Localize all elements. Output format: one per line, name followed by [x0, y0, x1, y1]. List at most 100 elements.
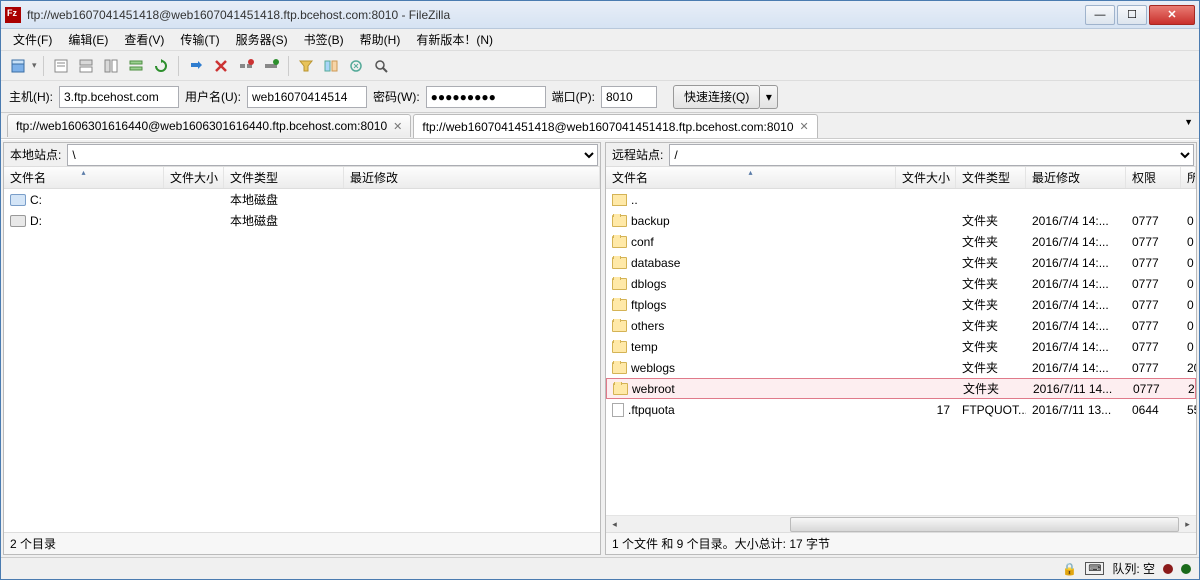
- file-type: 文件夹: [956, 359, 1026, 376]
- remote-row[interactable]: temp文件夹2016/7/4 14:...07770 0: [606, 336, 1196, 357]
- local-row[interactable]: C: 本地磁盘: [4, 189, 600, 210]
- toggle-queue-icon[interactable]: [125, 55, 147, 77]
- close-button[interactable]: ✕: [1149, 5, 1195, 25]
- file-name: C:: [30, 193, 42, 207]
- port-input[interactable]: [601, 86, 657, 108]
- remote-col-type[interactable]: 文件类型: [956, 167, 1026, 188]
- quickconnect-button[interactable]: 快速连接(Q): [673, 85, 760, 109]
- remote-row[interactable]: others文件夹2016/7/4 14:...07770 0: [606, 315, 1196, 336]
- file-name: conf: [631, 235, 654, 249]
- remote-hscrollbar[interactable]: ◂▸: [606, 515, 1196, 532]
- file-owner: 0 0: [1181, 298, 1196, 312]
- menu-edit[interactable]: 编辑(E): [62, 29, 114, 50]
- local-status: 2 个目录: [4, 532, 600, 554]
- parent-folder-icon: [612, 194, 627, 206]
- tabs-dropdown-icon[interactable]: ▼: [1184, 117, 1193, 127]
- port-label: 端口(P):: [552, 88, 595, 105]
- window-buttons: — ☐ ✕: [1085, 5, 1195, 25]
- local-list-header: ▴文件名 文件大小 文件类型 最近修改: [4, 167, 600, 189]
- hdd-icon: [10, 215, 26, 227]
- menu-help[interactable]: 帮助(H): [354, 29, 407, 50]
- quickconnect-dropdown[interactable]: ▾: [760, 85, 778, 109]
- menu-server[interactable]: 服务器(S): [230, 29, 294, 50]
- minimize-button[interactable]: —: [1085, 5, 1115, 25]
- file-type: FTPQUOT...: [956, 403, 1026, 417]
- local-col-mtime[interactable]: 最近修改: [344, 167, 600, 188]
- remote-row[interactable]: database文件夹2016/7/4 14:...07770 0: [606, 252, 1196, 273]
- local-path-select[interactable]: \: [67, 144, 598, 166]
- refresh-icon[interactable]: [150, 55, 172, 77]
- menu-update[interactable]: 有新版本！(N): [410, 29, 499, 50]
- toggle-remote-tree-icon[interactable]: [100, 55, 122, 77]
- remote-row[interactable]: .ftpquota17FTPQUOT...2016/7/11 13...0644…: [606, 399, 1196, 420]
- remote-col-mtime[interactable]: 最近修改: [1026, 167, 1126, 188]
- local-list-body[interactable]: C: 本地磁盘 D:本地磁盘: [4, 189, 600, 532]
- remote-row[interactable]: ftplogs文件夹2016/7/4 14:...07770 0: [606, 294, 1196, 315]
- process-queue-icon[interactable]: [185, 55, 207, 77]
- tab-close-icon[interactable]: ✕: [800, 120, 809, 133]
- remote-row[interactable]: ..: [606, 189, 1196, 210]
- file-name: .ftpquota: [628, 403, 675, 417]
- local-col-type[interactable]: 文件类型: [224, 167, 344, 188]
- file-mtime: 2016/7/11 14...: [1027, 382, 1127, 396]
- file-name: temp: [631, 340, 658, 354]
- search-icon[interactable]: [370, 55, 392, 77]
- file-type: 文件夹: [956, 254, 1026, 271]
- file-owner: 0 0: [1181, 235, 1196, 249]
- file-perm: 0777: [1126, 319, 1181, 333]
- filezilla-window: ftp://web1607041451418@web1607041451418.…: [0, 0, 1200, 580]
- folder-icon: [612, 215, 627, 227]
- remote-row[interactable]: conf文件夹2016/7/4 14:...07770 0: [606, 231, 1196, 252]
- file-name: webroot: [632, 382, 675, 396]
- maximize-button[interactable]: ☐: [1117, 5, 1147, 25]
- remote-row[interactable]: dblogs文件夹2016/7/4 14:...07770 0: [606, 273, 1196, 294]
- keyboard-icon: ⌨: [1085, 562, 1104, 575]
- remote-col-size[interactable]: 文件大小: [896, 167, 956, 188]
- sync-browse-icon[interactable]: [345, 55, 367, 77]
- local-col-size[interactable]: 文件大小: [164, 167, 224, 188]
- compare-icon[interactable]: [320, 55, 342, 77]
- remote-row[interactable]: webroot文件夹2016/7/11 14...077720160: [606, 378, 1196, 399]
- toggle-log-icon[interactable]: [50, 55, 72, 77]
- tab-label: ftp://web1607041451418@web1607041451418.…: [422, 120, 793, 134]
- menu-view[interactable]: 查看(V): [118, 29, 170, 50]
- sitemanager-icon[interactable]: [7, 55, 29, 77]
- pass-input[interactable]: [426, 86, 546, 108]
- file-type: 文件夹: [956, 338, 1026, 355]
- host-input[interactable]: [59, 86, 179, 108]
- tab-close-icon[interactable]: ✕: [393, 120, 402, 133]
- menu-bookmark[interactable]: 书签(B): [298, 29, 350, 50]
- menu-transfer[interactable]: 传输(T): [174, 29, 225, 50]
- file-perm: 0777: [1126, 298, 1181, 312]
- user-input[interactable]: [247, 86, 367, 108]
- disconnect-icon[interactable]: [235, 55, 257, 77]
- folder-icon: [612, 299, 627, 311]
- toggle-local-tree-icon[interactable]: [75, 55, 97, 77]
- remote-col-name[interactable]: ▴文件名: [606, 167, 896, 188]
- file-owner: 0 0: [1181, 340, 1196, 354]
- remote-path-select[interactable]: /: [669, 144, 1194, 166]
- menu-file[interactable]: 文件(F): [7, 29, 58, 50]
- remote-col-owner[interactable]: 所有者: [1181, 167, 1196, 188]
- local-col-name[interactable]: ▴文件名: [4, 167, 164, 188]
- remote-pane: 远程站点: / ▴文件名 文件大小 文件类型 最近修改 权限 所有者 ..bac…: [605, 142, 1197, 555]
- folder-icon: [613, 383, 628, 395]
- remote-status: 1 个文件 和 9 个目录。大小总计: 17 字节: [606, 532, 1196, 554]
- remote-list-body[interactable]: ..backup文件夹2016/7/4 14:...07770 0conf文件夹…: [606, 189, 1196, 515]
- remote-col-perm[interactable]: 权限: [1126, 167, 1181, 188]
- file-mtime: 2016/7/4 14:...: [1026, 298, 1126, 312]
- remote-row[interactable]: backup文件夹2016/7/4 14:...07770 0: [606, 210, 1196, 231]
- connection-tab[interactable]: ftp://web1607041451418@web1607041451418.…: [413, 114, 817, 138]
- file-type: 文件夹: [956, 275, 1026, 292]
- statusbar: 🔒 ⌨ 队列: 空: [1, 557, 1199, 579]
- filter-icon[interactable]: [295, 55, 317, 77]
- local-path-row: 本地站点: \: [4, 143, 600, 167]
- connection-tab[interactable]: ftp://web1606301616440@web1606301616440.…: [7, 114, 411, 137]
- remote-row[interactable]: weblogs文件夹2016/7/4 14:...077720160: [606, 357, 1196, 378]
- window-title: ftp://web1607041451418@web1607041451418.…: [27, 8, 1085, 22]
- reconnect-icon[interactable]: [260, 55, 282, 77]
- folder-icon: [612, 320, 627, 332]
- cancel-icon[interactable]: [210, 55, 232, 77]
- file-type: 本地磁盘: [224, 191, 344, 208]
- local-row[interactable]: D:本地磁盘: [4, 210, 600, 231]
